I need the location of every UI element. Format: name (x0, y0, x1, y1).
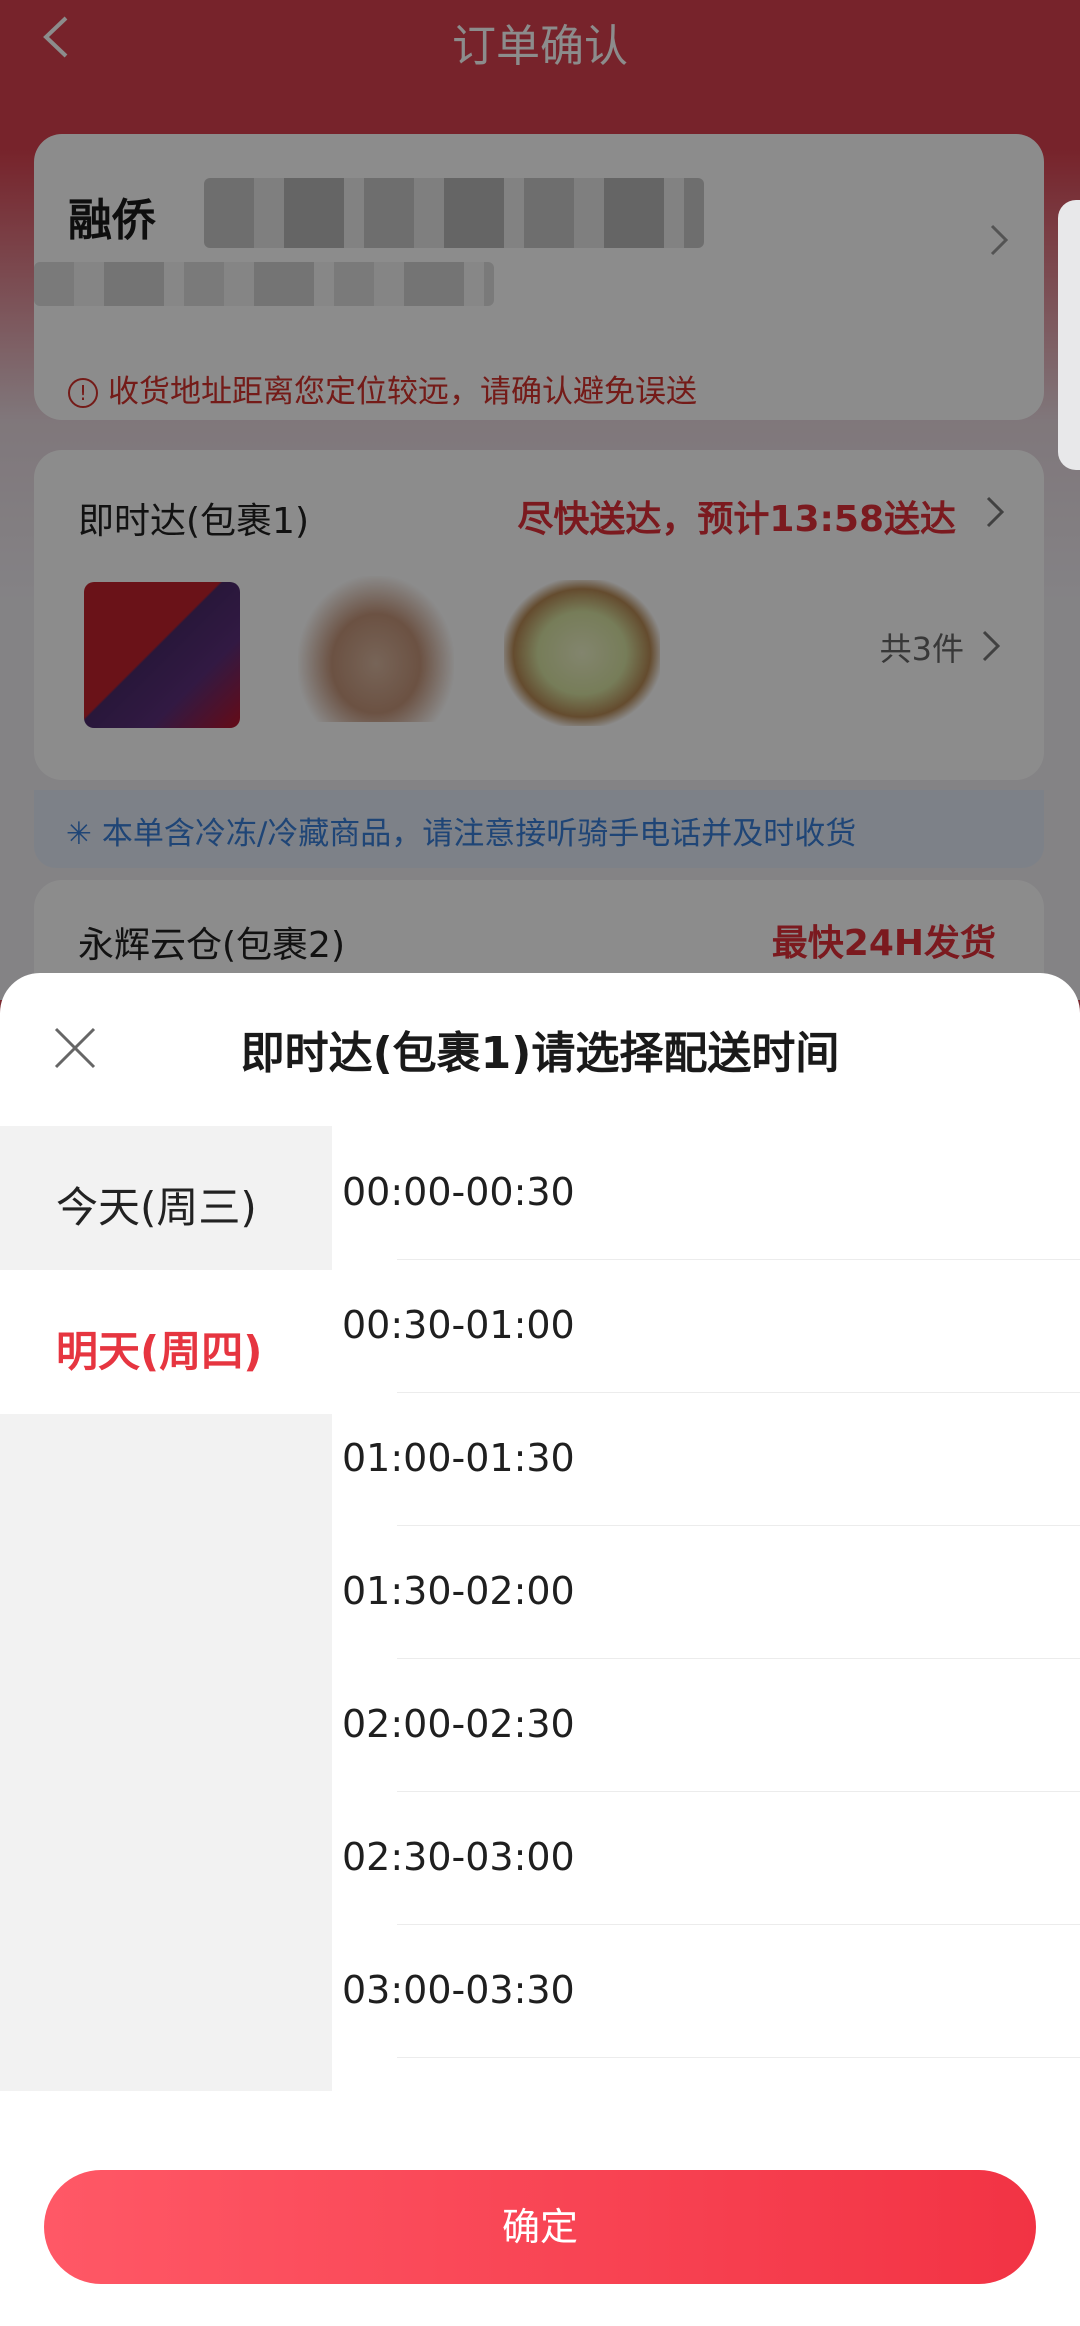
time-slot-label: 03:00-03:30 (342, 1968, 575, 2012)
time-slot[interactable]: 03:00-03:30 (342, 1924, 1080, 2058)
side-handle (1058, 200, 1080, 470)
modal-overlay[interactable] (0, 0, 1080, 1000)
time-slot[interactable]: 00:00-00:30 (342, 1126, 1080, 1260)
time-slot[interactable]: 02:30-03:00 (342, 1791, 1080, 1925)
time-slot-label: 00:30-01:00 (342, 1303, 575, 1347)
delivery-time-sheet: 即时达(包裹1)请选择配送时间 今天(周三) 明天(周四) 00:00-00:3… (0, 973, 1080, 2326)
time-slot[interactable]: 00:30-01:00 (342, 1259, 1080, 1393)
day-selector: 今天(周三) 明天(周四) (0, 1126, 332, 2091)
time-slot-label: 02:30-03:00 (342, 1835, 575, 1879)
day-option-today[interactable]: 今天(周三) (0, 1126, 332, 1270)
time-slot-label: 00:00-00:30 (342, 1170, 575, 1214)
time-slot[interactable]: 01:00-01:30 (342, 1392, 1080, 1526)
confirm-button[interactable]: 确定 (44, 2170, 1036, 2284)
time-slot[interactable]: 02:00-02:30 (342, 1658, 1080, 1792)
day-option-tomorrow[interactable]: 明天(周四) (0, 1270, 332, 1414)
time-slot[interactable]: 01:30-02:00 (342, 1525, 1080, 1659)
day-label: 明天(周四) (56, 1327, 263, 1376)
sheet-header: 即时达(包裹1)请选择配送时间 (0, 973, 1080, 1126)
day-label: 今天(周三) (56, 1183, 257, 1232)
time-slot-label: 02:00-02:30 (342, 1702, 575, 1746)
sheet-title: 即时达(包裹1)请选择配送时间 (240, 1028, 840, 1079)
time-slot-label: 01:30-02:00 (342, 1569, 575, 1613)
time-slot-list: 00:00-00:30 00:30-01:00 01:00-01:30 01:3… (332, 1126, 1080, 2091)
time-slot-label: 01:00-01:30 (342, 1436, 575, 1480)
